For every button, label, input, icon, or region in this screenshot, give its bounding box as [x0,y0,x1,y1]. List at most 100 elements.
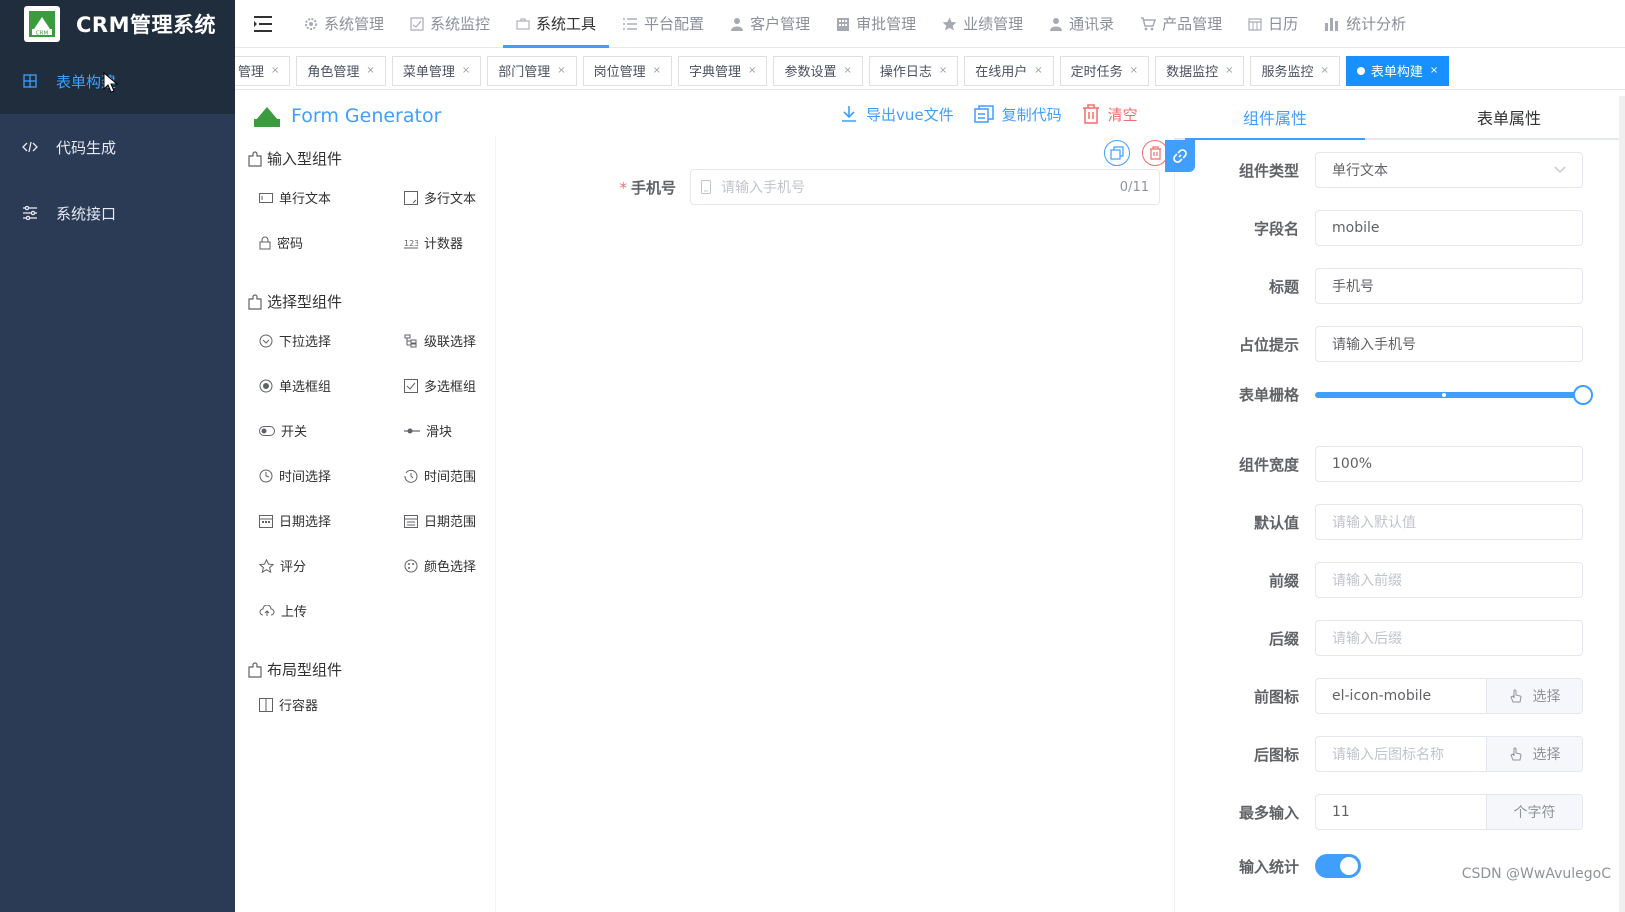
tab-server-monitor[interactable]: 服务监控 × [1250,55,1340,86]
copy-icon[interactable] [1104,140,1130,166]
component-radio[interactable]: 单选框组 [259,363,404,408]
component-time[interactable]: 时间选择 [259,453,404,498]
mouse-cursor-icon [103,71,119,98]
tab-menu-manage[interactable]: 菜单管理 × [391,55,482,86]
tab-form-build[interactable]: 表单构建 × [1345,55,1450,86]
nav-performance[interactable]: 业绩管理 [929,0,1036,48]
form-item-label: * 手机号 [604,177,676,198]
tab-params[interactable]: 参数设置 × [773,55,863,86]
close-icon[interactable]: × [462,65,470,76]
close-icon[interactable]: × [1034,65,1042,76]
prefix-icon-select-button[interactable]: 选择 [1486,679,1582,713]
slider-handle[interactable] [1573,384,1593,405]
watermark: CSDN @WwAvulegoC [1461,866,1611,882]
hamburger-icon[interactable] [235,0,291,48]
sidebar-item-api[interactable]: 系统接口 [0,180,235,246]
suffix-icon-value[interactable]: 请输入后图标名称 [1316,737,1486,771]
close-icon[interactable]: × [271,65,279,76]
component-select[interactable]: 下拉选择 [259,318,404,363]
tab-form-props[interactable]: 表单属性 [1419,96,1599,138]
tab-label: 参数设置 [784,65,837,80]
brand-title: CRM管理系统 [76,13,216,37]
nav-label: 系统工具 [536,15,597,33]
close-icon[interactable]: × [1130,65,1138,76]
nav-label: 审批管理 [856,15,917,33]
prop-row-prefix: 前缀 请输入前缀 [1175,562,1583,598]
component-input[interactable]: 单行文本 [259,175,404,220]
title-input[interactable]: 手机号 [1315,268,1583,304]
svg-text:123: 123 [404,239,418,248]
nav-label: 产品管理 [1162,15,1223,33]
component-date[interactable]: 日期选择 [259,498,404,543]
close-icon[interactable]: × [1225,65,1233,76]
tab-scheduled-tasks[interactable]: 定时任务 × [1059,55,1150,86]
nav-calendar[interactable]: 日历 [1235,0,1311,48]
close-icon[interactable]: × [557,65,565,76]
mobile-input[interactable]: 请输入手机号 0/11 [690,169,1160,205]
nav-products[interactable]: 产品管理 [1127,0,1235,48]
close-icon[interactable]: × [748,65,756,76]
prop-label: 占位提示 [1238,335,1299,354]
generator-toolbar: 导出vue文件 复制代码 清空 [840,98,1158,130]
span-slider[interactable] [1315,384,1593,405]
nav-system-monitor[interactable]: 系统监控 [397,0,503,48]
select-button-label: 选择 [1532,689,1561,705]
nav-platform-config[interactable]: 平台配置 [609,0,717,48]
close-icon[interactable]: × [1430,65,1438,76]
close-icon[interactable]: × [939,65,947,76]
placeholder-input[interactable]: 请输入手机号 [1315,326,1583,362]
component-password[interactable]: 密码 [259,220,404,265]
tab-label: 服务监控 [1261,65,1314,80]
show-count-switch[interactable] [1315,854,1361,878]
tab-user-manage[interactable]: 管理 × [235,55,291,86]
row-icon [259,697,273,712]
close-icon[interactable]: × [366,65,374,76]
field-name-input[interactable]: mobile [1315,210,1583,246]
time-range-icon [404,469,418,483]
default-value-input[interactable]: 请输入默认值 [1315,504,1583,540]
tab-label: 定时任务 [1070,65,1123,80]
sidebar: CRM CRM管理系统 表单构建 代码生成 系统接口 [0,0,235,912]
component-upload[interactable]: 上传 [259,588,404,633]
nav-statistics[interactable]: 统计分析 [1311,0,1419,48]
component-switch[interactable]: 开关 [259,408,404,453]
nav-contacts[interactable]: 通讯录 [1036,0,1127,48]
maxlength-value[interactable]: 11 [1316,795,1486,829]
nav-customer[interactable]: 客户管理 [717,0,823,48]
tab-component-props[interactable]: 组件属性 [1185,96,1365,140]
clear-button[interactable]: 清空 [1082,104,1138,125]
width-input[interactable]: 100% [1315,446,1583,482]
tab-oper-log[interactable]: 操作日志 × [868,55,959,86]
suffix-input[interactable]: 请输入后缀 [1315,620,1583,656]
component-row[interactable]: 行容器 [259,682,404,727]
prefix-input[interactable]: 请输入前缀 [1315,562,1583,598]
tab-label: 操作日志 [879,65,932,80]
nav-system-manage[interactable]: 系统管理 [291,0,397,48]
tab-role-manage[interactable]: 角色管理 × [296,55,386,86]
component-type-select[interactable]: 单行文本 [1315,152,1583,188]
cascader-icon [404,334,418,348]
export-vue-button[interactable]: 导出vue文件 [840,104,954,125]
close-icon[interactable]: × [653,65,661,76]
suffix-icon-select-button[interactable]: 选择 [1486,737,1582,771]
tab-post-manage[interactable]: 岗位管理 × [582,55,673,86]
page-scrollbar[interactable] [1619,96,1625,912]
component-label: 颜色选择 [424,560,477,575]
close-icon[interactable]: × [843,65,851,76]
prefix-icon-value[interactable]: el-icon-mobile [1316,679,1486,713]
component-rate[interactable]: 评分 [259,543,404,588]
select-value: 单行文本 [1332,163,1388,179]
copy-code-button[interactable]: 复制代码 [973,104,1062,125]
tab-data-monitor[interactable]: 数据监控 × [1155,55,1245,86]
tab-online-users[interactable]: 在线用户 × [964,55,1054,86]
close-icon[interactable]: × [1320,65,1328,76]
form-item-mobile[interactable]: * 手机号 请输入手机号 0/11 [604,169,1160,205]
tab-dict-manage[interactable]: 字典管理 × [678,55,768,86]
nav-system-tools[interactable]: 系统工具 [503,0,610,48]
download-icon [840,105,858,123]
sidebar-item-code-gen[interactable]: 代码生成 [0,114,235,180]
tab-dept-manage[interactable]: 部门管理 × [487,55,577,86]
top-navbar: 系统管理 系统监控 系统工具 平台配置 客户管理 审批管理 业绩管理 通讯录 产… [235,0,1625,48]
nav-approval[interactable]: 审批管理 [823,0,929,48]
maxlength-input: 11 个字符 [1315,794,1583,830]
